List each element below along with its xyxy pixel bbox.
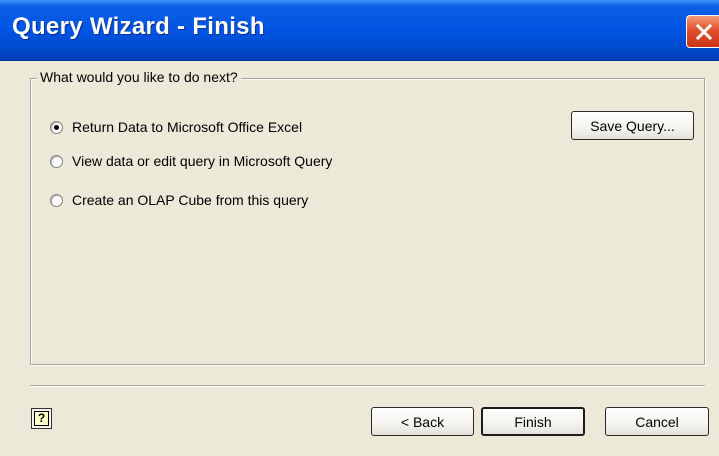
close-button[interactable] [686,15,719,48]
back-button[interactable]: < Back [371,407,474,436]
option-label-create-olap-cube: Create an OLAP Cube from this query [72,192,309,208]
window-title: Query Wizard - Finish [12,13,265,40]
radio-create-olap-cube[interactable] [50,193,63,207]
option-label-view-edit-query: View data or edit query in Microsoft Que… [72,153,333,169]
save-query-button[interactable]: Save Query... [571,111,694,140]
query-wizard-dialog: Query Wizard - Finish What would you lik… [0,0,719,456]
title-bar: Query Wizard - Finish [0,0,719,61]
option-return-data[interactable]: Return Data to Microsoft Office Excel [50,119,302,135]
cancel-button[interactable]: Cancel [605,407,709,436]
radio-view-edit-query[interactable] [50,154,63,168]
close-icon [695,23,713,41]
help-button[interactable]: ? [31,408,52,429]
finish-button[interactable]: Finish [481,407,585,436]
help-icon: ? [34,411,49,426]
separator [30,385,705,387]
radio-return-data[interactable] [50,120,63,134]
option-label-return-data: Return Data to Microsoft Office Excel [72,119,303,135]
groupbox-label: What would you like to do next? [37,69,241,85]
option-view-edit-query[interactable]: View data or edit query in Microsoft Que… [50,153,332,169]
option-create-olap-cube[interactable]: Create an OLAP Cube from this query [50,192,308,208]
